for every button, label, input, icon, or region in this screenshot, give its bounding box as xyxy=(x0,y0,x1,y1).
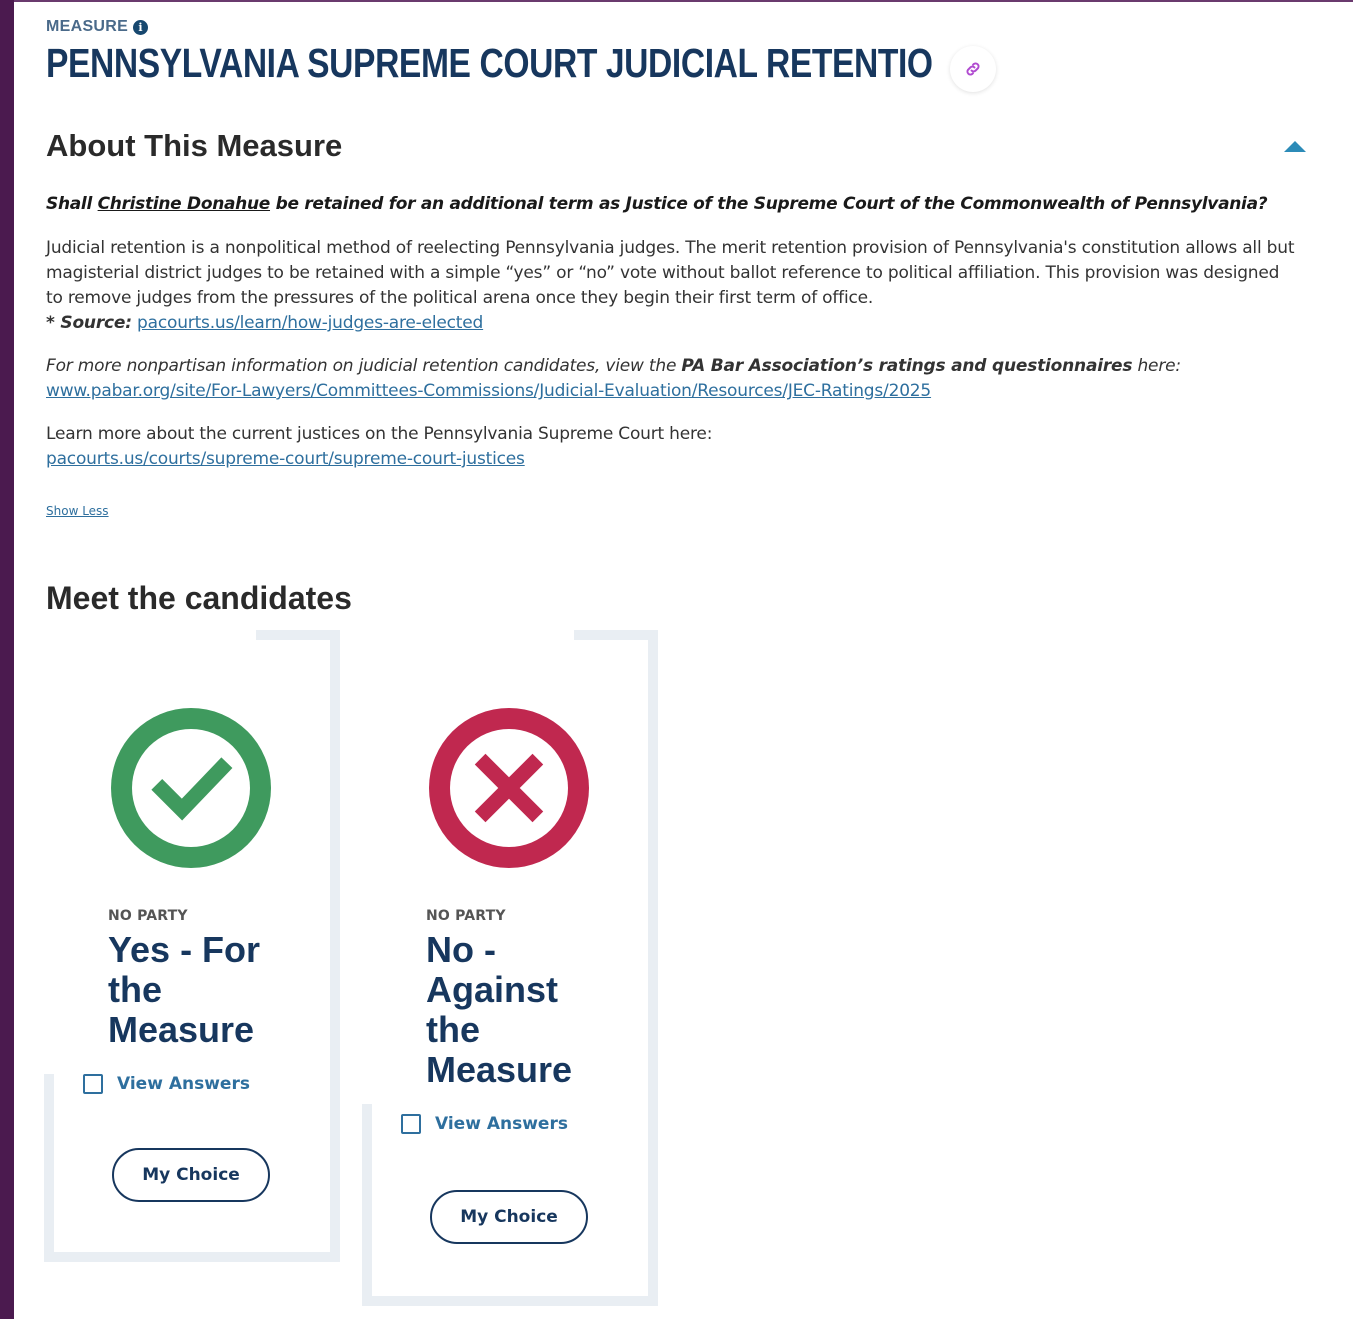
question-prefix: Shall xyxy=(46,194,98,214)
title-row: PENNSYLVANIA SUPREME COURT JUDICIAL RETE… xyxy=(46,40,1306,87)
pabar-bold: PA Bar Association’s ratings and questio… xyxy=(681,356,1133,376)
x-badge xyxy=(429,708,589,868)
justices-info: Learn more about the current justices on… xyxy=(46,422,1296,472)
info-icon[interactable]: i xyxy=(133,19,149,35)
copy-link-button[interactable] xyxy=(950,46,996,92)
left-accent-stripe xyxy=(0,0,14,1319)
candidates-heading: Meet the candidates xyxy=(46,580,352,616)
source-link[interactable]: pacourts.us/learn/how-judges-are-elected xyxy=(137,313,483,333)
measure-eyebrow: MEASURE i xyxy=(46,18,1306,36)
page-title: PENNSYLVANIA SUPREME COURT JUDICIAL RETE… xyxy=(46,40,932,86)
pabar-prefix: For more nonpartisan information on judi… xyxy=(46,356,682,376)
question-suffix: be retained for an additional term as Ju… xyxy=(270,194,1268,214)
candidate-name-link: Christine Donahue xyxy=(97,194,271,214)
about-heading: About This Measure xyxy=(46,128,343,163)
link-icon xyxy=(966,62,980,76)
view-answers-label[interactable]: View Answers xyxy=(435,1114,568,1134)
measure-question: Shall Christine Donahue be retained for … xyxy=(46,194,1268,214)
check-badge xyxy=(111,708,271,868)
justices-text: Learn more about the current justices on… xyxy=(46,424,713,444)
view-answers-label[interactable]: View Answers xyxy=(117,1074,250,1094)
party-label: NO PARTY xyxy=(426,908,506,924)
candidate-name: Yes - For the Measure xyxy=(108,929,261,1050)
candidate-card-no: NO PARTY No - Against the Measure View A… xyxy=(362,630,658,1306)
show-less-link[interactable]: Show Less xyxy=(46,504,109,518)
top-border xyxy=(14,0,1353,2)
justices-link[interactable]: pacourts.us/courts/supreme-court/supreme… xyxy=(46,449,525,469)
view-answers-checkbox[interactable] xyxy=(401,1114,421,1134)
view-answers-toggle[interactable]: View Answers xyxy=(401,1114,568,1134)
retention-description: Judicial retention is a nonpolitical met… xyxy=(46,236,1296,336)
source-label: * Source: xyxy=(46,313,132,333)
view-answers-checkbox[interactable] xyxy=(83,1074,103,1094)
my-choice-button[interactable]: My Choice xyxy=(430,1190,588,1244)
my-choice-button[interactable]: My Choice xyxy=(112,1148,270,1202)
retention-text: Judicial retention is a nonpolitical met… xyxy=(46,238,1295,308)
candidate-name: No - Against the Measure xyxy=(426,929,573,1090)
pabar-info: For more nonpartisan information on judi… xyxy=(46,354,1296,404)
eyebrow-label: MEASURE xyxy=(46,18,129,35)
view-answers-toggle[interactable]: View Answers xyxy=(83,1074,250,1094)
candidate-card-yes: NO PARTY Yes - For the Measure View Answ… xyxy=(44,630,340,1262)
pabar-suffix: here: xyxy=(1132,356,1181,376)
chevron-up-icon[interactable] xyxy=(1284,140,1306,152)
check-icon xyxy=(151,757,233,821)
about-section-header[interactable]: About This Measure xyxy=(46,128,1306,164)
party-label: NO PARTY xyxy=(108,908,188,924)
x-icon xyxy=(474,753,544,823)
pabar-link[interactable]: www.pabar.org/site/For-Lawyers/Committee… xyxy=(46,381,931,401)
measure-content: MEASURE i PENNSYLVANIA SUPREME COURT JUD… xyxy=(46,18,1306,616)
